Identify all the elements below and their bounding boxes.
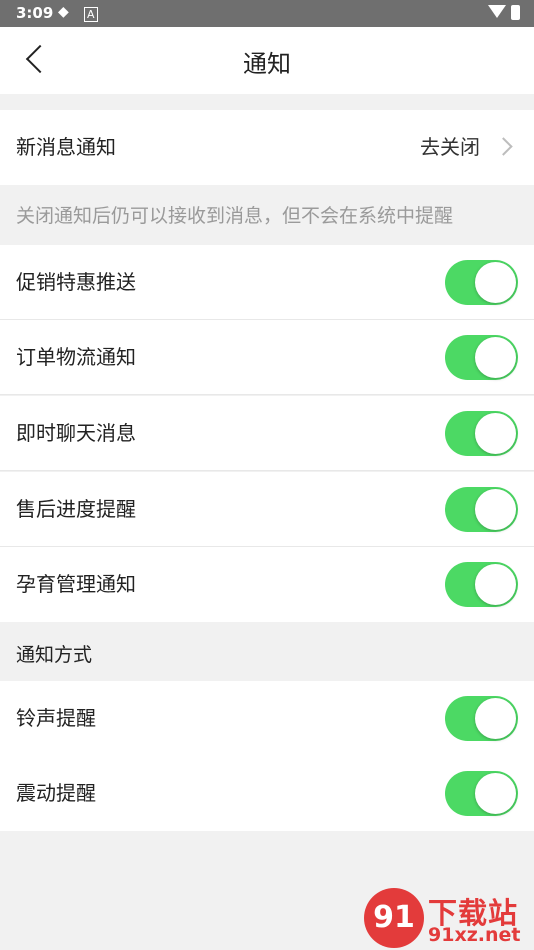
- watermark-logo-icon: 91: [364, 888, 424, 948]
- toggle-row-ringtone: 铃声提醒: [0, 681, 534, 756]
- toggle-label: 售后进度提醒: [16, 497, 136, 521]
- vibration-toggle[interactable]: [445, 771, 518, 816]
- watermark-domain: 91xz.net: [428, 924, 521, 946]
- toggle-label: 订单物流通知: [16, 345, 136, 369]
- toggle-row-promotion: 促销特惠推送: [0, 245, 534, 320]
- toggle-knob: [475, 262, 516, 303]
- chat-toggle[interactable]: [445, 411, 518, 456]
- toggle-row-chat: 即时聊天消息: [0, 396, 534, 471]
- go-close-link[interactable]: 去关闭: [420, 110, 480, 185]
- watermark: 91 下载站 91xz.net: [364, 888, 534, 950]
- wifi-icon: [488, 5, 506, 18]
- method-section-title: 通知方式: [16, 644, 93, 666]
- status-time: 3:09: [16, 4, 54, 22]
- notice-hint: 关闭通知后仍可以接收到消息，但不会在系统中提醒: [16, 205, 454, 227]
- new-message-row[interactable]: 新消息通知 去关闭: [0, 110, 534, 185]
- toggle-row-vibration: 震动提醒: [0, 756, 534, 831]
- nav-bar: 通知: [0, 27, 534, 94]
- toggle-knob: [475, 413, 516, 454]
- toggle-row-pregnancy: 孕育管理通知: [0, 547, 534, 622]
- toggle-label: 震动提醒: [16, 781, 96, 805]
- toggle-knob: [475, 773, 516, 814]
- toggle-row-after-sales: 售后进度提醒: [0, 472, 534, 547]
- status-bar: 3:09 ◆ A: [0, 0, 534, 27]
- promotion-toggle[interactable]: [445, 260, 518, 305]
- app-notification-icon: A: [84, 7, 98, 22]
- toggle-knob: [475, 698, 516, 739]
- chevron-right-icon: [494, 137, 513, 156]
- toggle-knob: [475, 564, 516, 605]
- page-title: 通知: [243, 50, 291, 78]
- divider: [0, 394, 534, 395]
- pregnancy-toggle[interactable]: [445, 562, 518, 607]
- ringtone-toggle[interactable]: [445, 696, 518, 741]
- battery-icon: [511, 5, 520, 20]
- toggle-label: 孕育管理通知: [16, 572, 136, 596]
- toggle-knob: [475, 489, 516, 530]
- toggle-knob: [475, 337, 516, 378]
- order-logistics-toggle[interactable]: [445, 335, 518, 380]
- toggle-row-order-logistics: 订单物流通知: [0, 320, 534, 395]
- toggle-label: 铃声提醒: [16, 706, 96, 730]
- divider: [0, 470, 534, 471]
- new-message-label: 新消息通知: [16, 135, 116, 159]
- after-sales-toggle[interactable]: [445, 487, 518, 532]
- toggle-label: 促销特惠推送: [16, 270, 136, 294]
- vpn-icon: ◆: [58, 4, 69, 20]
- toggle-label: 即时聊天消息: [16, 421, 136, 445]
